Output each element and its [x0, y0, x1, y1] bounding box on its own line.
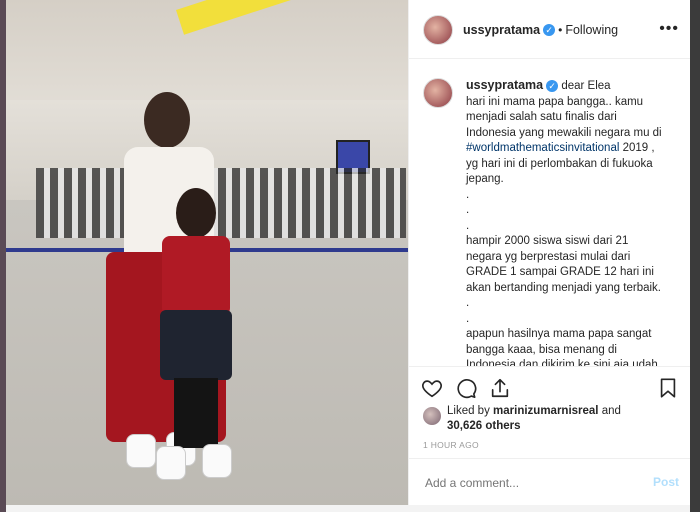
more-horizontal-icon[interactable]: ••• — [659, 20, 679, 38]
caption-body-1a: hari ini mama papa bangga.. kamu menjadi… — [466, 95, 662, 139]
caption-body-3: apapun hasilnya mama papa sangat bangga … — [466, 328, 658, 366]
share-icon[interactable] — [489, 377, 511, 399]
post-comment-button[interactable]: Post — [653, 475, 679, 489]
liker-username[interactable]: marinizumarnisreal — [493, 405, 598, 417]
header-username[interactable]: ussypratama — [463, 23, 540, 37]
caption-greeting: dear Elea — [561, 80, 611, 92]
post-photo[interactable] — [6, 0, 408, 505]
heart-icon[interactable] — [421, 377, 443, 399]
post-side-panel: ussypratama ✓ • Following ••• ussypratama ✓ … — [408, 0, 691, 505]
comment-icon[interactable] — [455, 377, 477, 399]
liker-avatar[interactable] — [423, 407, 441, 425]
likes-summary: Liked by marinizumarnisreal and 30,626 o… — [423, 404, 683, 440]
following-button[interactable]: Following — [565, 23, 618, 37]
caption-dot: . — [466, 297, 470, 309]
caption-body-2: hampir 2000 siswa siswi dari 21 negara y… — [466, 235, 661, 294]
caption-dot: . — [466, 204, 470, 216]
comment-input[interactable] — [423, 475, 627, 491]
header-avatar[interactable] — [423, 15, 453, 45]
header-separator: • — [558, 23, 563, 37]
caption-dot: . — [466, 219, 470, 232]
post-timestamp[interactable]: 1 HOUR AGO — [423, 440, 479, 450]
likes-text: Liked by marinizumarnisreal and 30,626 o… — [447, 405, 621, 432]
caption-text: ussypratama ✓ dear Elea hari ini mama pap… — [466, 78, 666, 366]
caption-area: ussypratama ✓ dear Elea hari ini mama pap… — [409, 58, 691, 366]
action-bar — [409, 366, 691, 409]
header-user-line: ussypratama ✓ • Following — [463, 21, 618, 39]
verified-badge-icon: ✓ — [543, 23, 556, 36]
caption-dot: . — [466, 188, 470, 201]
backdrop-right — [690, 0, 700, 512]
caption-dot: . — [466, 312, 470, 325]
likes-others-link[interactable]: 30,626 others — [447, 420, 521, 432]
bookmark-icon[interactable] — [657, 377, 679, 399]
caption-hashtag[interactable]: #worldmathematicsinvitational — [466, 142, 619, 154]
verified-badge-icon: ✓ — [546, 79, 559, 92]
caption-username[interactable]: ussypratama — [466, 78, 543, 92]
instagram-post-modal: ussypratama ✓ • Following ••• ussypratama ✓ … — [0, 0, 700, 512]
photo-girl — [156, 188, 236, 488]
comment-composer: Post — [409, 458, 691, 506]
caption-avatar[interactable] — [423, 78, 453, 108]
post-header: ussypratama ✓ • Following ••• — [409, 0, 691, 59]
